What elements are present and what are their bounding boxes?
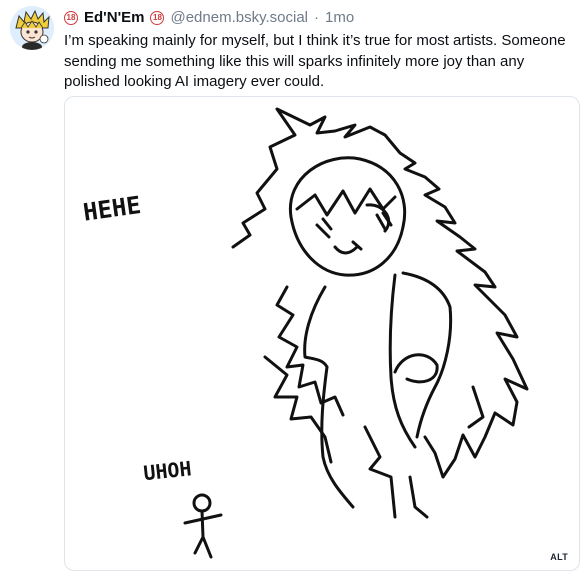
age-badge-icon: 18 xyxy=(150,11,165,25)
age-badge-icon: 18 xyxy=(64,11,78,25)
post-text: I’m speaking mainly for myself, but I th… xyxy=(64,32,566,90)
alt-text-badge[interactable]: ALT xyxy=(547,551,571,563)
sketch-drawing: HEHE UHOH xyxy=(81,107,529,559)
post-header: 18 Ed'N'Em 18 @ednem.bsky.social · 1mo xyxy=(64,8,575,28)
post-image[interactable]: HEHE UHOH ALT xyxy=(64,96,580,571)
author-display-name[interactable]: Ed'N'Em xyxy=(84,8,144,28)
post-timestamp[interactable]: 1mo xyxy=(325,8,354,28)
separator: · xyxy=(314,9,319,26)
author-handle[interactable]: @ednem.bsky.social xyxy=(170,8,308,28)
avatar[interactable] xyxy=(10,6,54,50)
post: 18 Ed'N'Em 18 @ednem.bsky.social · 1mo I… xyxy=(0,0,585,577)
avatar-image xyxy=(10,6,54,50)
drawn-text-hehe: HEHE xyxy=(81,191,142,227)
drawn-text-uhoh: UHOH xyxy=(142,456,192,485)
